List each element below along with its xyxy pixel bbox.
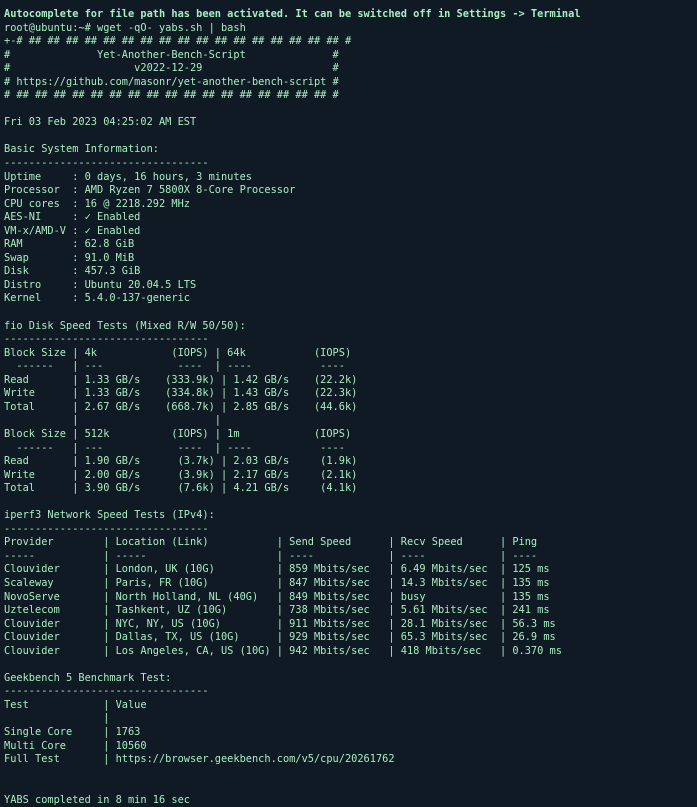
terminal-line: --------------------------------- (4, 685, 209, 698)
terminal-line: Clouvider | Los Angeles, CA, US (10G) | … (4, 644, 562, 657)
terminal-line: Multi Core | 10560 (4, 739, 147, 752)
terminal-line: YABS completed in 8 min 16 sec (4, 793, 190, 806)
terminal-line: Geekbench 5 Benchmark Test: (4, 671, 172, 684)
terminal-line: | | (4, 414, 221, 427)
terminal-line: # Yet-Another-Bench-Script # (4, 48, 339, 61)
terminal-line: Total | 2.67 GB/s (668.7k) | 2.85 GB/s (… (4, 400, 358, 413)
terminal-line: Write | 2.00 GB/s (3.9k) | 2.17 GB/s (2.… (4, 468, 358, 481)
terminal-line: Scaleway | Paris, FR (10G) | 847 Mbits/s… (4, 576, 550, 589)
terminal-line: Clouvider | Dallas, TX, US (10G) | 929 M… (4, 631, 556, 644)
terminal-line: | (4, 712, 110, 725)
terminal-line: Single Core | 1763 (4, 725, 141, 738)
terminal-line: Total | 3.90 GB/s (7.6k) | 4.21 GB/s (4.… (4, 482, 358, 495)
terminal-line: Provider | Location (Link) | Send Speed … (4, 536, 538, 549)
terminal-line: # ## ## ## ## ## ## ## ## ## ## ## ## ##… (4, 89, 339, 102)
terminal-line: CPU cores : 16 @ 2218.292 MHz (4, 197, 190, 210)
terminal-line: Block Size | 512k (IOPS) | 1m (IOPS) (4, 427, 352, 440)
terminal-output[interactable]: Autocomplete for file path has been acti… (0, 0, 693, 806)
terminal-line: ------ | --- ---- | ---- ---- (4, 441, 345, 454)
terminal-line: ----- | ----- | ---- | ---- | ---- (4, 549, 538, 562)
terminal-line: ------ | --- ---- | ---- ---- (4, 360, 345, 373)
terminal-line: Uztelecom | Tashkent, UZ (10G) | 738 Mbi… (4, 604, 550, 617)
terminal-line: Fri 03 Feb 2023 04:25:02 AM EST (4, 116, 197, 129)
terminal-line: Disk : 457.3 GiB (4, 265, 141, 278)
terminal-line: NovoServe | North Holland, NL (40G) | 84… (4, 590, 550, 603)
terminal-line: --------------------------------- (4, 522, 209, 535)
terminal-line: Processor : AMD Ryzen 7 5800X 8-Core Pro… (4, 184, 296, 197)
command-prompt-line: root@ubuntu:~# wget -qO- yabs.sh | bash (4, 21, 246, 34)
terminal-line: Swap : 91.0 MiB (4, 251, 135, 264)
terminal-line: # https://github.com/masonr/yet-another-… (4, 75, 339, 88)
terminal-line: RAM : 62.8 GiB (4, 238, 135, 251)
terminal-line: Uptime : 0 days, 16 hours, 3 minutes (4, 170, 252, 183)
terminal-line: Test | Value (4, 698, 147, 711)
terminal-line: Full Test | https://browser.geekbench.co… (4, 753, 395, 766)
terminal-line: fio Disk Speed Tests (Mixed R/W 50/50): (4, 319, 246, 332)
terminal-line: --------------------------------- (4, 333, 209, 346)
terminal-line: --------------------------------- (4, 157, 209, 170)
terminal-line: Basic System Information: (4, 143, 159, 156)
terminal-line: Distro : Ubuntu 20.04.5 LTS (4, 278, 197, 291)
terminal-line: Clouvider | NYC, NY, US (10G) | 911 Mbit… (4, 617, 556, 630)
terminal-line: VM-x/AMD-V : ✓ Enabled (4, 224, 141, 237)
terminal-line: Read | 1.33 GB/s (333.9k) | 1.42 GB/s (2… (4, 373, 358, 386)
terminal-line: Write | 1.33 GB/s (334.8k) | 1.43 GB/s (… (4, 387, 358, 400)
terminal-line: iperf3 Network Speed Tests (IPv4): (4, 509, 215, 522)
autocomplete-notice: Autocomplete for file path has been acti… (4, 8, 581, 20)
terminal-line: Clouvider | London, UK (10G) | 859 Mbits… (4, 563, 550, 576)
terminal-line: Read | 1.90 GB/s (3.7k) | 2.03 GB/s (1.9… (4, 455, 358, 468)
terminal-line: +-# ## ## ## ## ## ## ## ## ## ## ## ## … (4, 35, 352, 48)
terminal-line: # v2022-12-29 # (4, 62, 339, 75)
terminal-line: Kernel : 5.4.0-137-generic (4, 292, 190, 305)
terminal-line: Block Size | 4k (IOPS) | 64k (IOPS) (4, 346, 352, 359)
terminal-line: AES-NI : ✓ Enabled (4, 211, 141, 224)
